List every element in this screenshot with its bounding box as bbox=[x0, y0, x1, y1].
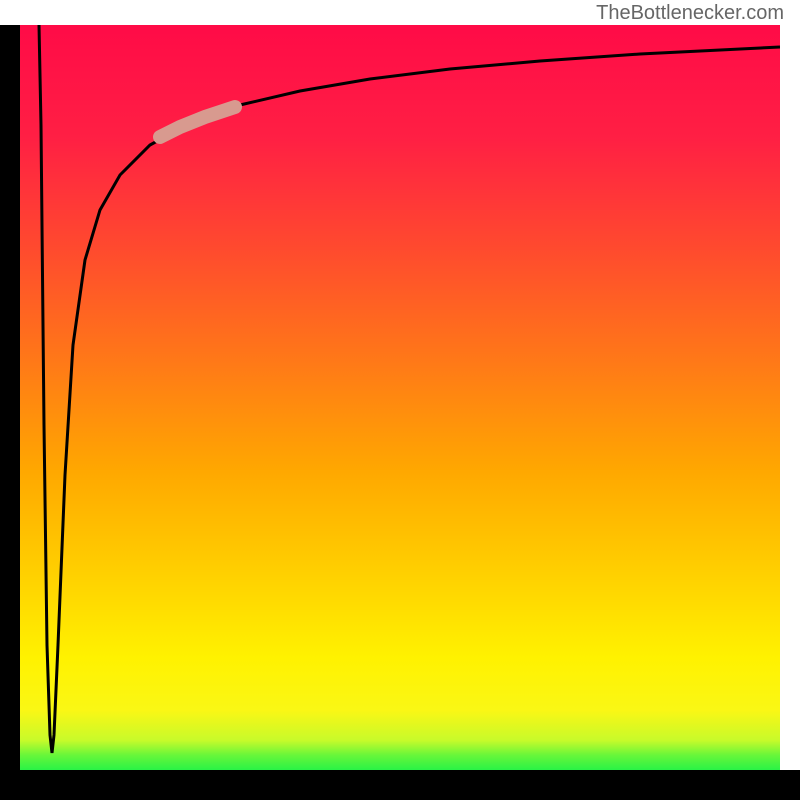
highlight-segment bbox=[160, 107, 235, 137]
y-axis-border bbox=[0, 25, 20, 770]
plot-area bbox=[20, 25, 780, 770]
bottleneck-curve bbox=[20, 25, 780, 770]
chart-container: TheBottlenecker.com bbox=[0, 0, 800, 800]
watermark-text: TheBottlenecker.com bbox=[596, 2, 784, 25]
x-axis-border bbox=[0, 770, 800, 800]
